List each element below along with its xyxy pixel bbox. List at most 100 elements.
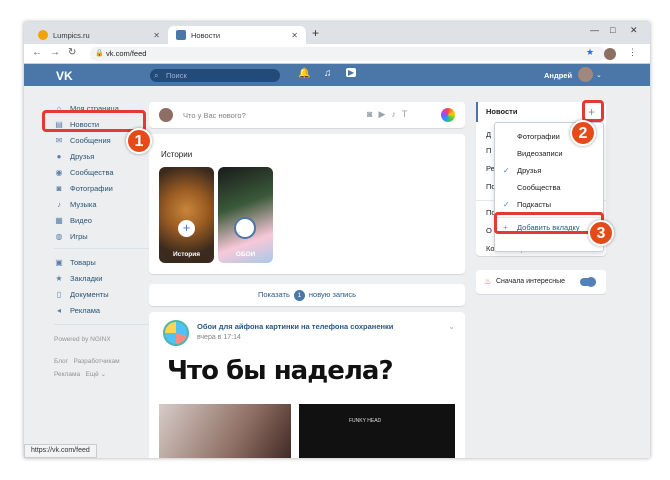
camera-icon: ◙ (54, 184, 64, 193)
sidebar-item-label: Товары (70, 258, 96, 267)
forward-arrow-icon[interactable]: → (50, 47, 60, 58)
minimize-button[interactable]: — (590, 25, 599, 35)
toggle-label: Сначала интересные (496, 278, 565, 285)
sidebar-item-label: Документы (70, 290, 109, 299)
feed-post: Обои для айфона картинки на телефона сох… (149, 312, 465, 458)
dropdown-item-label: Сообщества (517, 183, 561, 192)
dropdown-item-friends[interactable]: ✓ Друзья (495, 163, 603, 179)
highlight-plus (582, 100, 604, 122)
close-tab-icon[interactable]: ✕ (291, 31, 298, 40)
dropdown-item-podcasts[interactable]: ✓Подкасты (495, 197, 603, 213)
filter-item-partial[interactable]: О (486, 226, 492, 235)
gamepad-icon: ◍ (54, 232, 64, 241)
toggle-switch[interactable] (580, 278, 596, 286)
browser-window: Lumpics.ru ✕ Новости ✕ + — □ ✕ ← → ↻ 🔒 v… (24, 22, 650, 458)
color-circle-icon[interactable] (441, 108, 455, 122)
story-own[interactable]: + История (159, 167, 214, 263)
tab-lumpics[interactable]: Lumpics.ru ✕ (30, 26, 168, 44)
tab-label: Новости (191, 31, 220, 40)
star-icon: ★ (54, 274, 64, 283)
dropdown-item-label: Видеозаписи (517, 149, 563, 158)
footer-link-ads[interactable]: Реклама (54, 371, 80, 378)
address-toolbar: ← → ↻ 🔒 vk.com/feed ★ ⋮ (24, 44, 650, 64)
sidebar-item-label: Друзья (70, 152, 94, 161)
dropdown-item-label: Фотографии (517, 132, 560, 141)
dropdown-item-videos[interactable]: Видеозаписи (495, 146, 603, 162)
profile-avatar[interactable] (604, 48, 616, 60)
camera-icon[interactable]: ◙ (367, 109, 378, 119)
plus-icon[interactable]: + (178, 220, 195, 237)
maximize-button[interactable]: □ (610, 25, 615, 35)
back-arrow-icon[interactable]: ← (32, 47, 42, 58)
play-icon[interactable]: ▶ (346, 68, 356, 77)
checkmark-icon: ✓ (503, 163, 510, 179)
story-oboi[interactable]: ОБОИ (218, 167, 273, 263)
chevron-down-icon[interactable]: ⌄ (596, 71, 602, 79)
sidebar-item-label: Реклама (70, 306, 100, 315)
donut-avatar[interactable] (163, 320, 189, 346)
step-badge-1: 1 (126, 128, 152, 154)
new-post-box[interactable]: Что у Вас нового? ◙▶♪T (149, 102, 465, 128)
music-note-icon[interactable]: ♫ (324, 68, 332, 79)
show-new-suffix: новую запись (309, 290, 356, 299)
shirt-text: FUNKY HEAD (349, 418, 381, 424)
sidebar-item-label: Сообщения (70, 136, 111, 145)
filter-item-partial[interactable]: П (486, 146, 491, 155)
fire-icon: ♨ (484, 277, 491, 286)
story-label: История (159, 251, 214, 258)
stories-title: Истории (161, 150, 192, 159)
show-new-prefix: Показать (258, 290, 290, 299)
new-tab-button[interactable]: + (312, 26, 319, 40)
sidebar-item-label: Видео (70, 216, 92, 225)
post-image-text: Что бы надела? (167, 356, 393, 386)
close-window-button[interactable]: ✕ (630, 25, 638, 36)
vk-header: VK ⌕ Поиск 🔔 ♫ ▶ Андрей ⌄ (24, 64, 650, 86)
footer-link-blog[interactable]: Блог (54, 358, 68, 365)
message-icon: ✉ (54, 136, 64, 145)
tab-label: Lumpics.ru (53, 31, 90, 40)
tab-news[interactable]: Новости ✕ (168, 26, 306, 44)
user-avatar[interactable] (578, 67, 593, 82)
close-tab-icon[interactable]: ✕ (153, 31, 160, 40)
dropdown-item-label: Друзья (517, 166, 541, 175)
post-placeholder[interactable]: Что у Вас нового? (183, 111, 246, 120)
powered-by: Powered by NGINX (54, 336, 111, 343)
text-format-icon[interactable]: T (402, 109, 414, 119)
vk-favicon-icon (176, 30, 186, 40)
chevron-down-icon[interactable]: ⌄ (448, 322, 455, 331)
footer-link-dev[interactable]: Разработчикам (73, 358, 119, 365)
bookmark-star-icon[interactable]: ★ (586, 47, 594, 58)
dropdown-item-groups[interactable]: Сообщества (495, 180, 603, 196)
music-icon: ♪ (54, 200, 64, 209)
reload-icon[interactable]: ↻ (68, 47, 76, 58)
url-bar[interactable]: 🔒 vk.com/feed (90, 47, 606, 61)
post-photo-left[interactable] (159, 404, 291, 458)
footer-links-row2: Реклама Ещё ⌄ (54, 370, 106, 378)
status-bar-url: https://vk.com/feed (24, 444, 97, 458)
show-new-posts-button[interactable]: Показать 1 новую запись (149, 284, 465, 306)
post-photo-right[interactable]: FUNKY HEAD (299, 404, 455, 458)
post-tools: ◙▶♪T (367, 109, 413, 120)
lock-icon: 🔒 (95, 47, 104, 61)
user-name[interactable]: Андрей (544, 71, 572, 80)
music-icon[interactable]: ♪ (391, 109, 402, 119)
stories-card: Истории + История ОБОИ (149, 134, 465, 274)
footer-link-more[interactable]: Ещё ⌄ (86, 371, 107, 378)
browser-menu-icon[interactable]: ⋮ (628, 47, 637, 58)
post-date[interactable]: вчера в 17:14 (197, 334, 241, 341)
sidebar-item-label: Сообщества (70, 168, 114, 177)
search-input[interactable]: ⌕ Поиск (150, 69, 280, 82)
post-author[interactable]: Обои для айфона картинки на телефона сох… (197, 322, 393, 331)
sidebar-item-label: Музыка (70, 200, 97, 209)
bell-icon[interactable]: 🔔 (298, 68, 310, 79)
new-count-badge: 1 (294, 290, 305, 301)
filter-item-partial[interactable]: Д (486, 130, 491, 139)
groups-icon: ◉ (54, 168, 64, 177)
checkmark-icon: ✓ (503, 197, 510, 213)
video-icon[interactable]: ▶ (378, 109, 391, 119)
shop-icon: ▣ (54, 258, 64, 267)
video-icon: ▦ (54, 216, 64, 225)
highlight-news (42, 110, 146, 132)
vk-logo[interactable]: VK (56, 69, 73, 83)
interesting-first-toggle[interactable]: ♨ Сначала интересные (476, 270, 606, 294)
